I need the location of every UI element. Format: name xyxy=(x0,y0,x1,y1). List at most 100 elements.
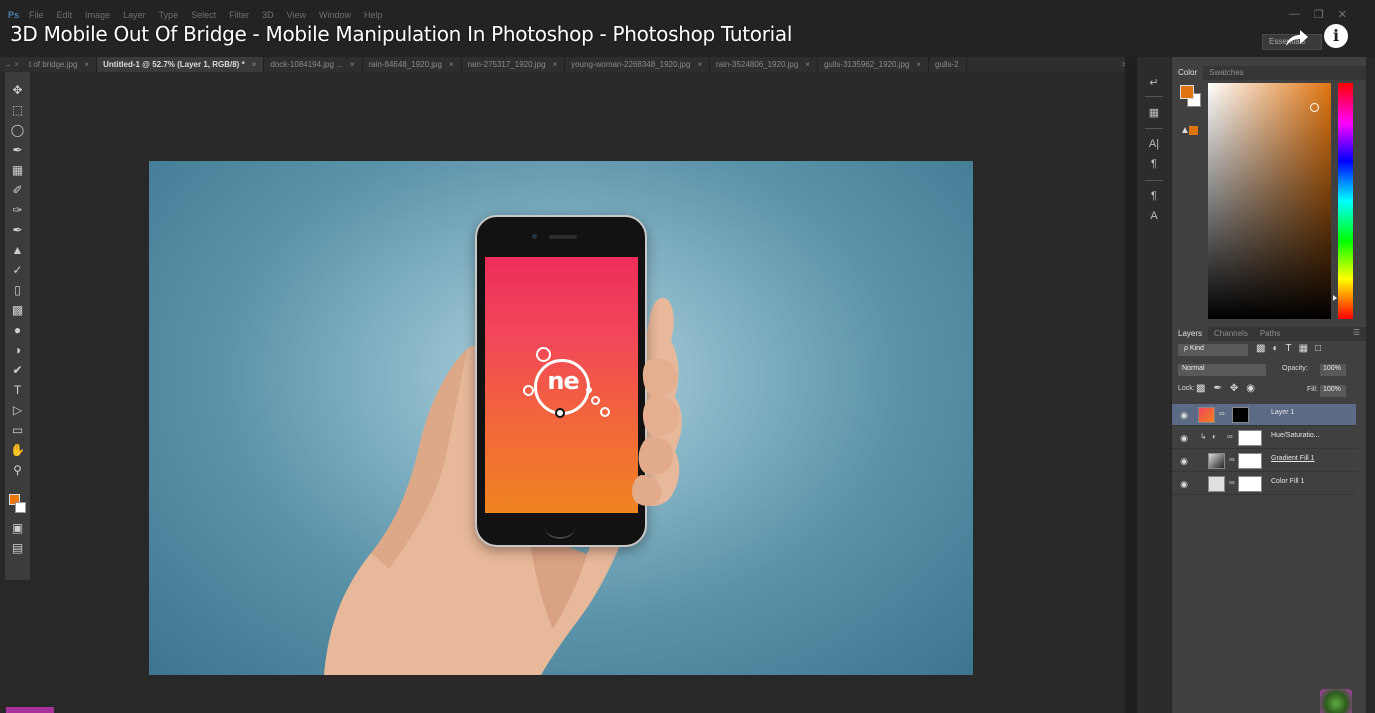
document-canvas[interactable]: ne xyxy=(149,161,973,675)
gradient-tool-icon[interactable]: ▩ xyxy=(8,302,27,318)
tab-swatches[interactable]: Swatches xyxy=(1203,66,1250,80)
character-icon[interactable]: A| xyxy=(1146,138,1162,152)
restore-icon[interactable]: ❐ xyxy=(1314,8,1324,21)
tab-document-active[interactable]: Untitled-1 @ 52.7% (Layer 1, RGB/8) * × xyxy=(97,57,265,72)
close-tab-icon[interactable]: × xyxy=(916,60,921,69)
eyedropper-tool-icon[interactable]: ✐ xyxy=(8,182,27,198)
divider xyxy=(1145,96,1163,97)
quick-select-tool-icon[interactable]: ✒ xyxy=(8,142,27,158)
foreground-color-chip[interactable] xyxy=(1180,85,1194,99)
logo-bubble xyxy=(591,396,600,405)
tab-paths[interactable]: Paths xyxy=(1254,327,1286,341)
eraser-tool-icon[interactable]: ▯ xyxy=(8,282,27,298)
tab-label: rain-3524806_1920.jpg xyxy=(716,60,799,69)
tab-channels[interactable]: Channels xyxy=(1208,327,1254,341)
filter-icons[interactable]: ▩◐T▦□ xyxy=(1256,343,1328,354)
screen-mode-icon[interactable]: ▤ xyxy=(8,540,27,556)
layer-name[interactable]: Gradient Fill 1 xyxy=(1271,455,1315,462)
tabs-collapse-icon[interactable]: ↔ × xyxy=(0,60,23,69)
path-selection-tool-icon[interactable]: ▷ xyxy=(8,402,27,418)
link-chain-icon[interactable]: ∞ xyxy=(1229,455,1235,464)
clone-stamp-tool-icon[interactable]: ▲ xyxy=(8,242,27,258)
color-picker-ring[interactable] xyxy=(1310,103,1319,112)
tab-layers[interactable]: Layers xyxy=(1172,327,1209,341)
blend-mode-select[interactable]: Normal xyxy=(1178,364,1266,376)
tab-document[interactable]: t of bridge.jpg × xyxy=(23,57,98,72)
close-tab-icon[interactable]: × xyxy=(84,60,89,69)
tab-document[interactable]: gulls-3135962_1920.jpg × xyxy=(818,57,930,72)
layer-row-hue-saturation[interactable]: ◉ ↳ ◐ ∞ Hue/Saturatio... xyxy=(1172,427,1356,449)
marquee-tool-icon[interactable]: ⬚ xyxy=(8,102,27,118)
pen-tool-icon[interactable]: ✔ xyxy=(8,362,27,378)
visibility-eye-icon[interactable]: ◉ xyxy=(1178,409,1190,421)
close-tab-icon[interactable]: × xyxy=(350,60,355,69)
panel-menu-icon[interactable]: ☰ xyxy=(1353,328,1360,337)
color-field[interactable] xyxy=(1208,83,1331,319)
tab-color[interactable]: Color xyxy=(1172,66,1204,80)
lock-icons[interactable]: ▩✒✥◉ xyxy=(1196,383,1263,394)
opacity-input[interactable]: 100% xyxy=(1320,364,1346,376)
link-chain-icon[interactable]: ∞ xyxy=(1227,432,1233,441)
info-icon[interactable]: i xyxy=(1324,24,1348,48)
hand-tool-icon[interactable]: ✋ xyxy=(8,442,27,458)
share-icon[interactable] xyxy=(1282,26,1310,50)
history-icon[interactable]: ↵ xyxy=(1146,76,1162,90)
hue-slider-marker[interactable] xyxy=(1333,295,1337,301)
properties-icon[interactable]: ▦ xyxy=(1146,106,1162,120)
layer-row-layer-1[interactable]: ◉ ∞ Layer 1 xyxy=(1172,404,1356,426)
quick-mask-icon[interactable]: ▣ xyxy=(8,520,27,536)
shape-tool-icon[interactable]: ▭ xyxy=(8,422,27,438)
layer-name[interactable]: Layer 1 xyxy=(1271,409,1294,416)
gamut-warning-swatch[interactable] xyxy=(1189,126,1198,135)
tab-document[interactable]: rain-3524806_1920.jpg × xyxy=(710,57,818,72)
tab-document[interactable]: dock-1084194.jpg ... × xyxy=(264,57,363,72)
close-window-icon[interactable]: ✕ xyxy=(1338,8,1347,21)
layer-name[interactable]: Color Fill 1 xyxy=(1271,478,1304,485)
visibility-eye-icon[interactable]: ◉ xyxy=(1178,455,1190,467)
visibility-eye-icon[interactable]: ◉ xyxy=(1178,432,1190,444)
tab-document[interactable]: gulls-2 xyxy=(929,57,967,72)
layer-row-gradient-fill[interactable]: ◉ ∞ Gradient Fill 1 xyxy=(1172,450,1356,472)
dodge-tool-icon[interactable]: ◑ xyxy=(8,342,27,358)
layer-mask-thumbnail[interactable] xyxy=(1238,476,1262,492)
adjustment-icon: ◐ xyxy=(1212,432,1217,441)
tab-document[interactable]: rain-275317_1920.jpg × xyxy=(462,57,566,72)
character-styles-icon[interactable]: A xyxy=(1146,210,1162,224)
minimize-icon[interactable]: — xyxy=(1289,8,1300,21)
tab-document[interactable]: rain-84648_1920.jpg × xyxy=(363,57,462,72)
layer-mask-thumbnail[interactable] xyxy=(1238,453,1262,469)
blur-tool-icon[interactable]: ● xyxy=(8,322,27,338)
brush-tool-icon[interactable]: ✒ xyxy=(8,222,27,238)
link-chain-icon[interactable]: ∞ xyxy=(1219,409,1225,418)
layer-mask-thumbnail[interactable] xyxy=(1238,430,1262,446)
close-tab-icon[interactable]: × xyxy=(252,60,257,69)
history-brush-tool-icon[interactable]: ✓ xyxy=(8,262,27,278)
layer-name[interactable]: Hue/Saturatio... xyxy=(1271,432,1320,439)
opacity-label: Opacity: xyxy=(1282,365,1308,372)
move-tool-icon[interactable]: ✥ xyxy=(8,82,27,98)
app-logo-text: ne xyxy=(547,367,579,395)
close-tab-icon[interactable]: × xyxy=(697,60,702,69)
close-tab-icon[interactable]: × xyxy=(805,60,810,69)
hue-slider[interactable] xyxy=(1338,83,1353,319)
tab-label: gulls-3135962_1920.jpg xyxy=(823,60,910,69)
clip-arrow-icon: ↳ xyxy=(1200,432,1207,441)
layer-mask-thumbnail[interactable] xyxy=(1232,407,1249,423)
layer-filter-kind[interactable]: ρ Kind xyxy=(1178,344,1248,356)
visibility-eye-icon[interactable]: ◉ xyxy=(1178,478,1190,490)
fill-input[interactable]: 100% xyxy=(1320,385,1346,397)
crop-tool-icon[interactable]: ▦ xyxy=(8,162,27,178)
background-color-swatch[interactable] xyxy=(15,502,26,513)
paragraph-icon[interactable]: ¶ xyxy=(1146,158,1162,172)
layer-row-color-fill[interactable]: ◉ ∞ Color Fill 1 xyxy=(1172,473,1356,495)
paragraph-styles-icon[interactable]: ¶ xyxy=(1146,190,1162,204)
close-tab-icon[interactable]: × xyxy=(552,60,557,69)
tab-document[interactable]: young-woman-2268348_1920.jpg × xyxy=(565,57,710,72)
link-chain-icon[interactable]: ∞ xyxy=(1229,478,1235,487)
dock-divider[interactable] xyxy=(1125,57,1137,713)
zoom-tool-icon[interactable]: ⚲ xyxy=(8,462,27,478)
close-tab-icon[interactable]: × xyxy=(449,60,454,69)
healing-brush-tool-icon[interactable]: ✑ xyxy=(8,202,27,218)
lasso-tool-icon[interactable]: ◯ xyxy=(8,122,27,138)
type-tool-icon[interactable]: T xyxy=(8,382,27,398)
